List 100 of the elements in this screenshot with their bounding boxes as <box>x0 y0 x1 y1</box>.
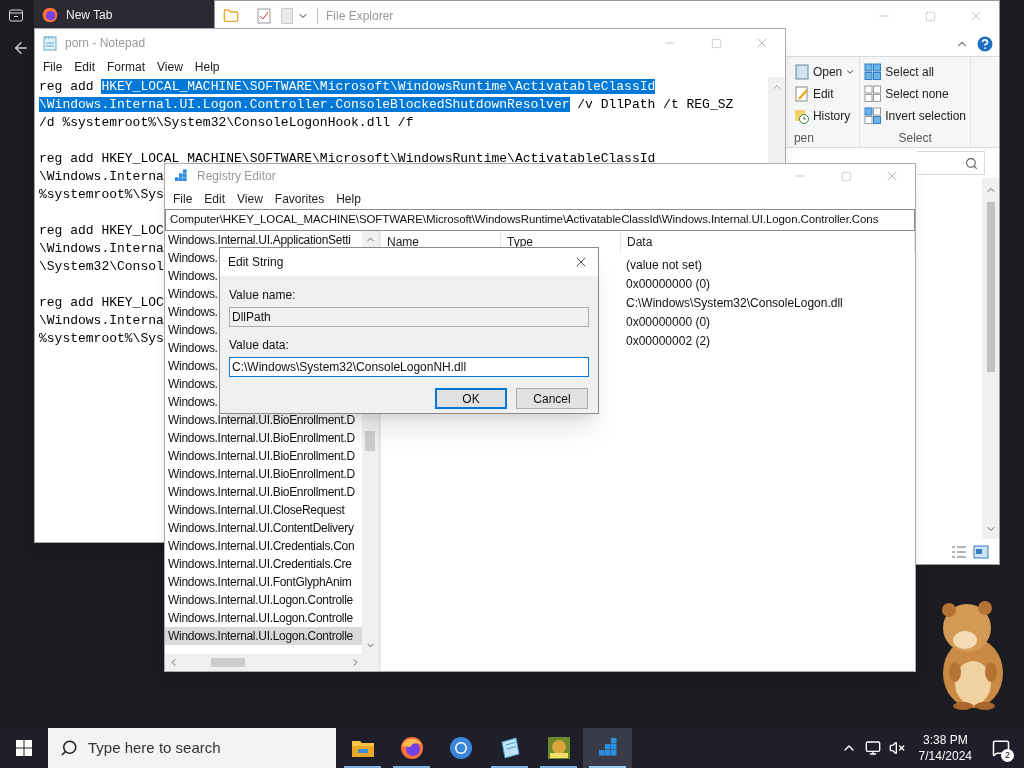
scrollbar[interactable] <box>165 654 378 671</box>
browser-tab[interactable]: New Tab <box>34 0 214 30</box>
text-line: reg add HKEY_LOC <box>39 294 164 312</box>
dialog-button[interactable]: Cancel <box>516 388 588 409</box>
taskbar-app[interactable] <box>583 728 632 768</box>
dialog-title: Edit String <box>228 254 284 271</box>
tree-item[interactable]: Windows.Internal.UI.BioEnrollment.D <box>165 483 362 501</box>
window-title: File Explorer <box>326 8 394 25</box>
notification-badge: 2 <box>1001 749 1014 762</box>
search-field[interactable]: Type here to search <box>48 728 336 768</box>
clock[interactable]: 3:38 PM 7/14/2024 <box>912 732 978 764</box>
menu-item[interactable]: Edit <box>198 189 232 208</box>
text-line: \Windows.Interna <box>39 168 164 186</box>
text-line: reg add HKEY_LOC <box>39 222 164 240</box>
cubes-icon <box>173 168 189 184</box>
tab-list-icon[interactable] <box>8 7 24 23</box>
text-line: \System32\Consol <box>39 258 164 276</box>
tree-item[interactable]: Windows.Internal.UI.Credentials.Con <box>165 537 362 555</box>
table-cell-text: 0x00000000 (0) <box>626 275 712 293</box>
group-label: pen <box>793 130 815 147</box>
menu-item[interactable]: Favorites <box>268 189 331 208</box>
maximize-icon <box>840 170 852 182</box>
window-title: Registry Editor <box>197 168 276 185</box>
ribbon-button[interactable]: Edit <box>793 83 856 105</box>
tree-item[interactable]: Windows.Internal.UI.ApplicationSetti <box>165 231 362 249</box>
tree-item[interactable]: Windows.Internal.UI.FontGlyphAnim <box>165 573 362 591</box>
tiles-view-icon[interactable] <box>973 544 989 559</box>
notification-button[interactable]: 2 <box>978 728 1024 768</box>
text-line: %systemroot%\Sys <box>39 330 164 348</box>
tree-item[interactable]: Windows.Internal.UI.BioEnrollment.D <box>165 447 362 465</box>
search-icon <box>965 156 978 170</box>
network-icon[interactable] <box>864 740 881 756</box>
ring-circle-icon <box>448 736 473 760</box>
tree-item[interactable]: Windows.Internal.UI.BioEnrollment.D <box>165 411 362 429</box>
notepad-icon <box>43 35 57 51</box>
menu-item[interactable]: Edit <box>68 58 102 76</box>
menu-item[interactable]: View <box>231 189 269 208</box>
text-line: \Windows.Interna <box>39 312 164 330</box>
grid-select-icon <box>864 85 883 103</box>
input-field[interactable]: DllPath <box>229 307 589 327</box>
tree-item[interactable]: Windows.Internal.UI.Credentials.Cre <box>165 555 362 573</box>
address-bar[interactable]: Computer\HKEY_LOCAL_MACHINE\SOFTWARE\Microsoft\WindowsRuntime\ActivatableClassId\Windows.Internal.UI.Logon.Controller.Cons <box>165 209 915 231</box>
search-field[interactable] <box>917 151 985 175</box>
text-line: \Windows.Interna <box>39 240 164 258</box>
tree-item[interactable]: Windows.Internal.UI.Logon.Controlle <box>165 591 362 609</box>
field-label: Value data: <box>229 337 290 354</box>
notification-icon <box>992 739 1010 757</box>
help-icon[interactable] <box>975 33 995 54</box>
input-field[interactable]: C:\Windows\System32\ConsoleLogonNH.dll <box>229 357 589 377</box>
table-cell-text: (value not set) <box>626 256 704 274</box>
table-cell-text: C:\Windows\System32\ConsoleLogon.dll <box>626 294 844 312</box>
table-cell-text: 0x00000002 (2) <box>626 332 712 350</box>
scroll-thumb[interactable] <box>986 202 995 372</box>
text-line: %systemroot%\Sys <box>39 186 164 204</box>
tree-item[interactable]: Windows.Internal.UI.Logon.Controlle <box>165 609 362 627</box>
tree-item[interactable]: Windows.Internal.UI.CloseRequest <box>165 501 362 519</box>
menu-item[interactable]: Format <box>101 58 152 76</box>
dialog-button[interactable]: OK <box>435 388 507 409</box>
folder-icon[interactable] <box>223 8 239 24</box>
text-line: reg add HKEY_LOCAL_MACHINE\SOFTWARE\Microsoft\WindowsRuntime\ActivatableClassId <box>39 150 656 168</box>
ribbon-button[interactable]: Select all <box>864 61 966 83</box>
table-cell-text: 0x00000000 (0) <box>626 313 712 331</box>
ribbon-button[interactable]: Invert selection <box>864 105 966 127</box>
tree-item[interactable]: Windows.Internal.UI.ContentDelivery <box>165 519 362 537</box>
tree-item[interactable]: Windows.Internal.UI.Logon.Controlle <box>165 627 362 645</box>
grid-select-icon <box>864 107 883 125</box>
window-title: porn - Notepad <box>65 35 146 52</box>
pencil-page-icon <box>793 86 810 102</box>
scroll-thumb[interactable] <box>211 658 245 667</box>
group-label: Select <box>897 130 933 147</box>
scrollbar[interactable] <box>982 178 999 539</box>
menu-item[interactable]: Help <box>188 58 226 76</box>
ribbon-button[interactable]: Open <box>793 61 856 83</box>
maximize-icon <box>924 10 936 22</box>
search-icon <box>60 739 78 757</box>
history-icon <box>793 108 810 124</box>
document-icon <box>793 64 810 80</box>
windows-logo-icon <box>16 740 32 756</box>
menu-item[interactable]: Help <box>330 189 367 208</box>
ribbon-button[interactable]: Select none <box>864 83 966 105</box>
tree-item[interactable]: Windows.Internal.UI.BioEnrollment.D <box>165 465 362 483</box>
grid-select-icon <box>864 63 883 81</box>
fox-globe-icon <box>42 7 58 23</box>
text-line: reg add HKEY_LOCAL_MACHINE\SOFTWARE\Microsoft\WindowsRuntime\ActivatableClassId <box>39 78 656 96</box>
column-header[interactable]: Data <box>621 231 915 253</box>
back-icon[interactable] <box>12 39 30 57</box>
text-line: \Windows.Internal.UI.Logon.Controller.ConsoleBlockedShutdownResolver /v DllPath /t REG_SZ <box>39 96 734 114</box>
ribbon-button[interactable]: History <box>793 105 856 127</box>
maximize-icon <box>710 37 722 49</box>
tree-item[interactable]: Windows.Internal.UI.BioEnrollment.D <box>165 429 362 447</box>
scroll-thumb[interactable] <box>365 431 375 451</box>
folder-icon <box>350 738 375 758</box>
details-view-icon[interactable] <box>951 544 967 559</box>
menu-item[interactable]: File <box>37 58 69 76</box>
blank-page-icon[interactable] <box>281 8 293 24</box>
checklist-icon[interactable] <box>257 8 271 24</box>
menu-item[interactable]: View <box>151 58 189 76</box>
fox-globe-icon <box>399 736 424 760</box>
menu-item[interactable]: File <box>167 189 199 208</box>
volume-muted-icon[interactable] <box>888 740 905 756</box>
